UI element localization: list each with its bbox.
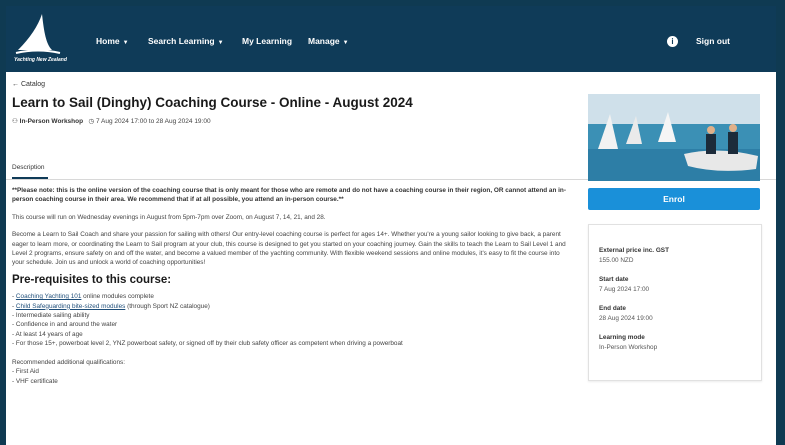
prereq-item-text: (through Sport NZ catalogue) [125, 302, 210, 310]
tab-description[interactable]: Description [12, 164, 45, 171]
nav-home[interactable]: Home ▼ [96, 36, 129, 46]
recommended-item: - VHF certificate [12, 377, 58, 385]
end-date-label: End date [599, 305, 626, 312]
recommended-heading: Recommended additional qualifications: [12, 358, 125, 366]
course-description: **Please note: this is the online versio… [12, 186, 570, 386]
prereq-item: - For those 15+, powerboat level 2, YNZ … [12, 340, 403, 348]
recommended-item: - First Aid [12, 368, 39, 376]
online-note: **Please note: this is the online versio… [12, 187, 566, 204]
nav-search-learning-label: Search Learning [148, 36, 215, 46]
course-hero-image [588, 94, 760, 181]
clock-icon: ◷ [88, 118, 95, 125]
top-navigation-bar: Yachting New Zealand Home ▼ Search Learni… [6, 6, 776, 72]
nav-my-learning-label: My Learning [242, 36, 293, 46]
chevron-down-icon: ▼ [122, 40, 129, 46]
prerequisites-heading: Pre-requisites to this course: [12, 273, 172, 286]
prereq-item-text: online modules complete [81, 293, 154, 301]
schedule-paragraph: This course will run on Wednesday evenin… [12, 213, 326, 221]
price-label: External price inc. GST [599, 247, 669, 254]
nav-search-learning[interactable]: Search Learning ▼ [148, 36, 224, 46]
user-avatar-icon[interactable]: i [667, 36, 678, 47]
coaching-yachting-101-link[interactable]: Coaching Yachting 101 [16, 293, 82, 300]
prereq-item: - At least 14 years of age [12, 330, 83, 338]
course-title: Learn to Sail (Dinghy) Coaching Course -… [12, 95, 413, 110]
enrol-button[interactable]: Enrol [588, 188, 760, 210]
end-date-value: 28 Aug 2024 19:00 [599, 315, 653, 322]
course-type: In-Person Workshop [19, 118, 84, 125]
sail-logo-icon [15, 14, 61, 54]
start-date-value: 7 Aug 2024 17:00 [599, 286, 650, 293]
chevron-down-icon: ▼ [342, 40, 349, 46]
nav-manage-label: Manage [308, 36, 340, 46]
learning-mode-value: In-Person Workshop [599, 344, 658, 351]
yachting-nz-logo[interactable]: Yachting New Zealand [12, 12, 67, 66]
start-date-label: Start date [599, 276, 629, 283]
people-icon: ⚇ [12, 118, 18, 125]
price-value: 155.00 NZD [599, 257, 634, 264]
prereq-item: - Confidence in and around the water [12, 321, 118, 329]
course-dates: 7 Aug 2024 17:00 to 28 Aug 2024 19:00 [96, 118, 211, 125]
breadcrumb-catalog-link[interactable]: ← Catalog [12, 81, 45, 88]
course-meta: ⚇ In-Person Workshop ◷ 7 Aug 2024 17:00 … [12, 117, 211, 125]
overview-paragraph: Become a Learn to Sail Coach and share y… [12, 231, 566, 267]
sailing-photo-icon [588, 94, 760, 181]
logo-text: Yachting New Zealand [14, 57, 67, 63]
child-safeguarding-link[interactable]: Child Safeguarding bite-sized modules [16, 303, 125, 310]
prereq-item: - Coaching Yachting 101 online modules c… [12, 293, 154, 301]
nav-manage[interactable]: Manage ▼ [308, 36, 349, 46]
course-info-panel: External price inc. GST 155.00 NZD Start… [588, 224, 762, 381]
page-frame: Yachting New Zealand Home ▼ Search Learni… [6, 6, 776, 445]
prereq-item: - Child Safeguarding bite-sized modules … [12, 302, 210, 310]
nav-my-learning[interactable]: My Learning [242, 36, 292, 46]
nav-home-label: Home [96, 36, 120, 46]
learning-mode-label: Learning mode [599, 334, 645, 341]
chevron-down-icon: ▼ [217, 40, 224, 46]
prereq-item: - Intermediate sailing ability [12, 312, 90, 320]
sign-out-link[interactable]: Sign out [696, 36, 730, 46]
